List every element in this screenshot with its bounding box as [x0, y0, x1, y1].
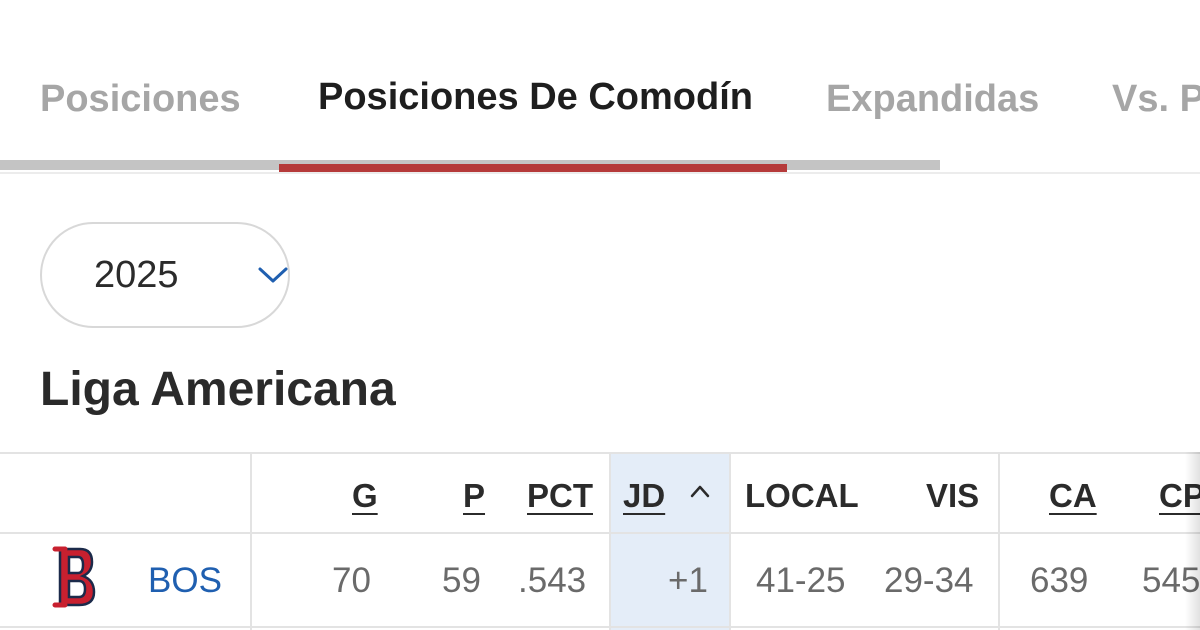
cell-ca: 639 — [1030, 561, 1089, 600]
tabs-divider — [0, 172, 1200, 174]
standings-table: G P PCT JD LOCAL VIS CA CP BOS 70 59 .54… — [0, 452, 1200, 630]
cell-local: 41-25 — [756, 561, 846, 600]
column-divider-team — [250, 452, 252, 630]
header-local: LOCAL — [745, 477, 859, 514]
table-row-divider — [0, 626, 1200, 628]
header-vis: VIS — [926, 477, 980, 514]
season-value: 2025 — [94, 253, 179, 296]
cell-p: 59 — [442, 561, 481, 600]
cell-g: 70 — [332, 561, 371, 600]
header-pct[interactable]: PCT — [527, 477, 593, 515]
standings-tabs: Posiciones Posiciones De Comodín Expandi… — [0, 0, 1200, 175]
team-link-bos[interactable]: BOS — [148, 561, 222, 601]
tab-posiciones-de-comodin[interactable]: Posiciones De Comodín — [318, 76, 753, 119]
column-divider-jd-left — [609, 452, 611, 630]
cell-vis: 29-34 — [884, 561, 974, 600]
header-p[interactable]: P — [463, 477, 485, 515]
header-ca[interactable]: CA — [1049, 477, 1097, 515]
cell-jd: +1 — [668, 561, 708, 600]
season-dropdown[interactable]: 2025 — [40, 222, 290, 328]
sort-ascending-icon[interactable] — [690, 484, 710, 498]
header-g[interactable]: G — [352, 477, 378, 515]
chevron-down-icon — [258, 267, 288, 283]
league-title: Liga Americana — [40, 363, 396, 416]
tab-vs[interactable]: Vs. P — [1112, 78, 1200, 121]
header-jd[interactable]: JD — [623, 477, 665, 515]
tab-posiciones[interactable]: Posiciones — [40, 78, 241, 121]
active-tab-indicator — [279, 164, 787, 172]
cell-pct: .543 — [518, 561, 587, 600]
header-row-divider — [0, 532, 1200, 534]
column-divider-jd-right — [729, 452, 731, 630]
horizontal-scroll-shadow — [1185, 452, 1200, 630]
standings-page: Posiciones Posiciones De Comodín Expandi… — [0, 0, 1200, 630]
red-sox-logo-icon — [52, 546, 96, 608]
table-top-border — [0, 452, 1200, 454]
tab-expandidas[interactable]: Expandidas — [826, 78, 1039, 121]
column-divider-vis — [998, 452, 1000, 630]
